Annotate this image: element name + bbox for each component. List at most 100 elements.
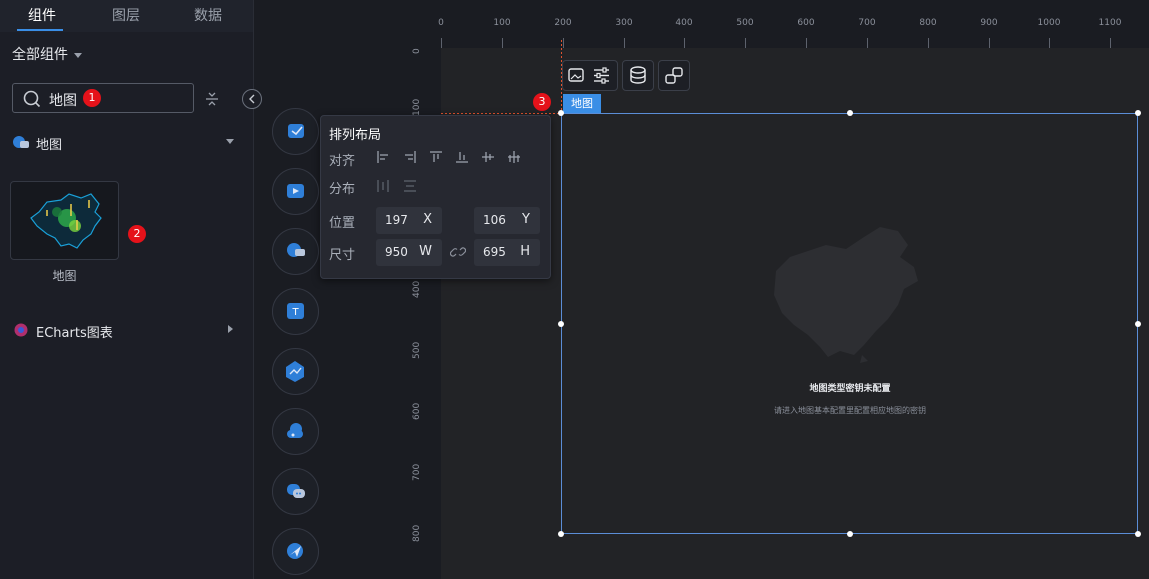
rail-globe-button[interactable] bbox=[272, 228, 319, 275]
vertical-ruler: 0 100 200 300 400 500 600 700 800 bbox=[404, 30, 440, 579]
navigation-icon bbox=[287, 543, 303, 559]
tab-layers[interactable]: 图层 bbox=[84, 0, 168, 32]
distribute-label: 分布 bbox=[329, 182, 356, 197]
data-source-button[interactable] bbox=[622, 60, 654, 91]
size-label: 尺寸 bbox=[329, 248, 356, 263]
ruler-x-tick: 400 bbox=[675, 18, 693, 28]
resize-handle-s[interactable] bbox=[847, 531, 853, 537]
ruler-x-tick: 0 bbox=[438, 18, 444, 28]
component-filter-dropdown[interactable]: 全部组件 bbox=[12, 44, 82, 64]
position-y-value: 106 bbox=[483, 213, 506, 227]
position-x-value: 197 bbox=[385, 213, 408, 227]
map-component-label: 地图 bbox=[52, 269, 77, 283]
position-label: 位置 bbox=[329, 216, 356, 231]
active-tab-indicator bbox=[17, 29, 63, 31]
component-name-tag[interactable]: 地图 bbox=[563, 94, 601, 113]
tab-components[interactable]: 组件 bbox=[0, 0, 84, 32]
rail-chart-button[interactable] bbox=[272, 348, 319, 395]
align-middle-icon[interactable] bbox=[481, 150, 495, 164]
position-x-input[interactable]: 197 X bbox=[376, 207, 442, 234]
chevron-right-icon bbox=[228, 325, 233, 333]
resize-handle-sw[interactable] bbox=[558, 531, 564, 537]
cloud-icon bbox=[287, 423, 303, 438]
position-y-unit: Y bbox=[522, 212, 530, 227]
ruler-x-tick: 600 bbox=[797, 18, 815, 28]
tab-data[interactable]: 数据 bbox=[166, 0, 250, 32]
panel-tabs: 组件 图层 数据 bbox=[0, 0, 253, 32]
collapse-all-icon[interactable] bbox=[204, 90, 220, 108]
video-icon bbox=[287, 184, 304, 198]
resize-handle-nw[interactable] bbox=[558, 110, 564, 116]
ruler-y-tick: 400 bbox=[412, 280, 422, 298]
distribute-horizontal-icon[interactable] bbox=[376, 179, 390, 193]
align-right-icon[interactable] bbox=[403, 150, 417, 164]
component-panel: 组件 图层 数据 全部组件 地图 1 地图 2 地图 ECharts图表 bbox=[0, 0, 254, 579]
lock-ratio-link-icon[interactable] bbox=[450, 244, 466, 260]
resize-handle-w[interactable] bbox=[558, 321, 564, 327]
size-w-input[interactable]: 950 W bbox=[376, 239, 442, 266]
china-map-thumbnail bbox=[30, 193, 102, 249]
collapse-panel-button[interactable] bbox=[242, 89, 262, 109]
category-map-label: 地图 bbox=[36, 138, 63, 153]
component-style-button[interactable] bbox=[562, 60, 618, 91]
align-top-icon[interactable] bbox=[429, 150, 443, 164]
interaction-button[interactable] bbox=[658, 60, 690, 91]
ruler-x-tick: 300 bbox=[615, 18, 633, 28]
map-error-title: 地图类型密钥未配置 bbox=[809, 384, 891, 394]
chevron-left-icon bbox=[249, 94, 255, 104]
ruler-y-tick: 800 bbox=[412, 524, 422, 542]
align-bottom-icon[interactable] bbox=[455, 150, 469, 164]
align-label: 对齐 bbox=[329, 154, 356, 169]
search-icon bbox=[23, 90, 41, 108]
ruler-x-tick: 1100 bbox=[1098, 18, 1122, 28]
echarts-category-icon bbox=[14, 323, 28, 337]
resize-handle-e[interactable] bbox=[1135, 321, 1141, 327]
position-x-unit: X bbox=[423, 212, 432, 227]
rail-media-button[interactable] bbox=[272, 168, 319, 215]
ruler-y-tick: 0 bbox=[412, 48, 422, 54]
chat-icon bbox=[287, 484, 305, 498]
filter-label: 全部组件 bbox=[12, 47, 68, 63]
category-echarts[interactable]: ECharts图表 bbox=[12, 321, 242, 341]
popover-title: 排列布局 bbox=[329, 128, 382, 143]
ruler-x-tick: 200 bbox=[554, 18, 572, 28]
text-icon: T bbox=[287, 303, 304, 319]
rail-map-button[interactable] bbox=[272, 108, 319, 155]
ruler-y-tick: 500 bbox=[412, 341, 422, 359]
resize-handle-se[interactable] bbox=[1135, 531, 1141, 537]
rail-cloud-button[interactable] bbox=[272, 408, 319, 455]
align-left-icon[interactable] bbox=[376, 150, 390, 164]
ruler-x-tick: 100 bbox=[493, 18, 511, 28]
size-w-unit: W bbox=[419, 244, 432, 259]
ruler-y-tick: 100 bbox=[412, 98, 422, 116]
chart-icon bbox=[286, 361, 304, 382]
link-interaction-icon bbox=[665, 67, 683, 84]
distribute-vertical-icon[interactable] bbox=[403, 179, 417, 193]
search-value: 地图 bbox=[49, 93, 77, 109]
rail-chat-button[interactable] bbox=[272, 468, 319, 515]
rail-text-button[interactable]: T bbox=[272, 288, 319, 335]
database-icon bbox=[630, 66, 646, 84]
ruler-x-tick: 800 bbox=[919, 18, 937, 28]
china-map-placeholder bbox=[774, 227, 918, 363]
globe-icon bbox=[287, 243, 305, 257]
resize-handle-ne[interactable] bbox=[1135, 110, 1141, 116]
ruler-y-tick: 600 bbox=[412, 402, 422, 420]
ruler-x-tick: 700 bbox=[858, 18, 876, 28]
ruler-x-tick: 1000 bbox=[1037, 18, 1061, 28]
map-pin-icon bbox=[288, 124, 304, 138]
rail-navigate-button[interactable] bbox=[272, 528, 319, 575]
category-echarts-label: ECharts图表 bbox=[36, 326, 113, 341]
position-y-input[interactable]: 106 Y bbox=[474, 207, 540, 234]
size-h-input[interactable]: 695 H bbox=[474, 239, 540, 266]
map-error-subtitle: 请进入地图基本配置里配置相应地图的密钥 bbox=[774, 406, 926, 415]
size-h-unit: H bbox=[520, 244, 530, 259]
resize-handle-n[interactable] bbox=[847, 110, 853, 116]
map-component-card[interactable] bbox=[10, 181, 119, 260]
step-badge-1: 1 bbox=[83, 89, 101, 107]
align-center-icon[interactable] bbox=[507, 150, 521, 164]
category-map[interactable]: 地图 bbox=[12, 133, 242, 153]
step-badge-2: 2 bbox=[128, 225, 146, 243]
image-settings-icon bbox=[568, 67, 609, 84]
svg-text:T: T bbox=[291, 307, 299, 318]
